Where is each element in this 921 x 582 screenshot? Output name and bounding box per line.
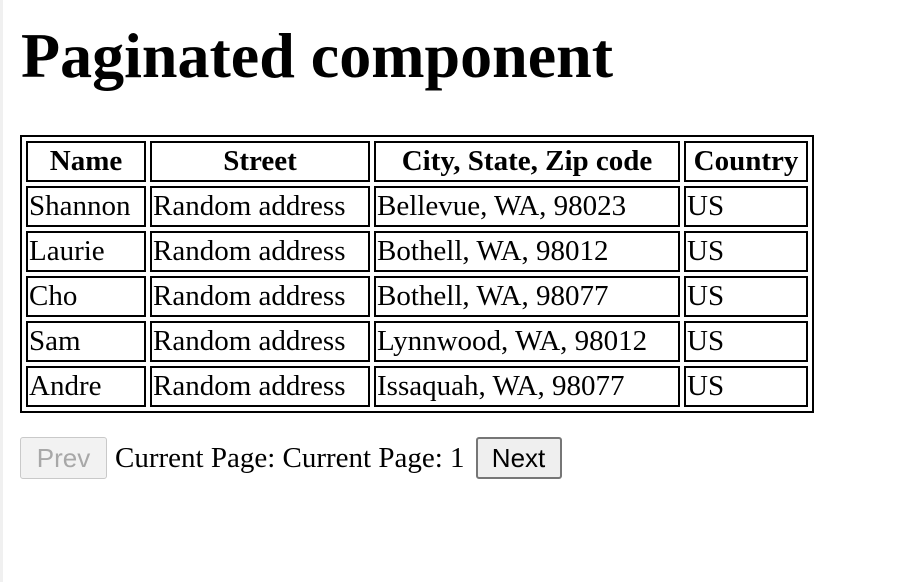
column-header-street: Street [150,141,370,182]
cell-city-state-zip: Bothell, WA, 98012 [374,231,680,272]
cell-street: Random address [150,276,370,317]
cell-city-state-zip: Bothell, WA, 98077 [374,276,680,317]
cell-street: Random address [150,186,370,227]
window-left-edge [0,0,3,582]
page-title: Paginated component [21,20,613,91]
table-row: Sam Random address Lynnwood, WA, 98012 U… [26,321,808,362]
current-page-label: Current Page: Current Page: 1 [115,441,465,474]
cell-country: US [684,186,808,227]
cell-city-state-zip: Issaquah, WA, 98077 [374,366,680,407]
table-row: Shannon Random address Bellevue, WA, 980… [26,186,808,227]
cell-country: US [684,231,808,272]
cell-country: US [684,276,808,317]
cell-name: Cho [26,276,146,317]
cell-city-state-zip: Lynnwood, WA, 98012 [374,321,680,362]
table-row: Andre Random address Issaquah, WA, 98077… [26,366,808,407]
data-table: Name Street City, State, Zip code Countr… [20,135,814,413]
cell-street: Random address [150,321,370,362]
cell-country: US [684,366,808,407]
cell-name: Andre [26,366,146,407]
cell-city-state-zip: Bellevue, WA, 98023 [374,186,680,227]
cell-name: Laurie [26,231,146,272]
table-header-row: Name Street City, State, Zip code Countr… [26,141,808,182]
cell-street: Random address [150,366,370,407]
table-row: Cho Random address Bothell, WA, 98077 US [26,276,808,317]
table-row: Laurie Random address Bothell, WA, 98012… [26,231,808,272]
cell-street: Random address [150,231,370,272]
cell-country: US [684,321,808,362]
column-header-city-state-zip: City, State, Zip code [374,141,680,182]
column-header-country: Country [684,141,808,182]
column-header-name: Name [26,141,146,182]
next-button[interactable]: Next [475,437,562,479]
cell-name: Sam [26,321,146,362]
prev-button[interactable]: Prev [20,437,107,479]
cell-name: Shannon [26,186,146,227]
pagination-controls: Prev Current Page: Current Page: 1 Next [20,437,562,479]
